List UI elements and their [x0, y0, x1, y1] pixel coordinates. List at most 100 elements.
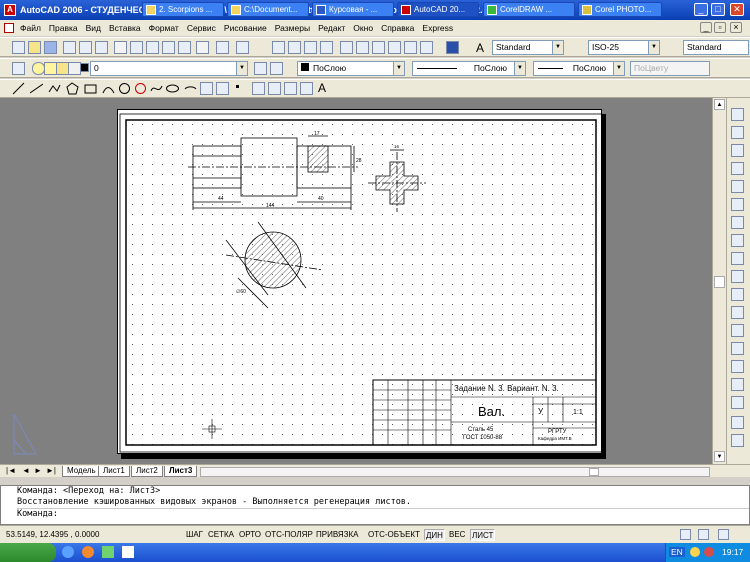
menu-format[interactable]: Формат: [149, 23, 179, 33]
tool-palettes-icon[interactable]: [372, 41, 385, 54]
revcloud-icon[interactable]: [134, 82, 147, 95]
drawing-canvas[interactable]: 44 144 40 17 28 16 ∅60 Задание N. 3. Вар…: [118, 110, 603, 455]
dyn-toggle[interactable]: ДИН: [424, 529, 445, 541]
coordinates-readout[interactable]: 53.5149, 12.4395 , 0.0000: [6, 529, 99, 541]
copy-icon[interactable]: [130, 41, 143, 54]
region-icon[interactable]: [284, 82, 297, 95]
taskbar-item-word[interactable]: Курсовая - ...: [312, 2, 394, 17]
sheet-set-icon[interactable]: [388, 41, 401, 54]
brush-icon[interactable]: [196, 41, 209, 54]
insert-block-icon[interactable]: [200, 82, 213, 95]
ellipse-icon[interactable]: [166, 82, 179, 95]
menu-dimension[interactable]: Размеры: [275, 23, 310, 33]
maximize-button[interactable]: □: [711, 3, 725, 16]
osnap-toggle[interactable]: ПРИВЯЗКА: [316, 529, 359, 541]
lineweight-select[interactable]: ПоСлою ▼: [533, 61, 625, 76]
table-icon[interactable]: [300, 82, 313, 95]
move-icon[interactable]: [731, 198, 744, 211]
arc-icon[interactable]: [102, 82, 115, 95]
command-window[interactable]: Команда: <Переход на: Лист3> Восстановле…: [0, 485, 750, 525]
plotstyle-select[interactable]: ПоЦвету: [630, 61, 710, 76]
menu-help[interactable]: Справка: [381, 23, 414, 33]
spline-icon[interactable]: [150, 82, 163, 95]
menu-edit[interactable]: Правка: [49, 23, 78, 33]
taskbar-item-corelphoto[interactable]: Corel PHOTO...: [578, 2, 662, 17]
color-select[interactable]: ПоСлою ▼: [297, 61, 405, 76]
gradient-icon[interactable]: [268, 82, 281, 95]
ortho-toggle[interactable]: ОРТО: [239, 529, 261, 541]
tab-first-icon[interactable]: |◄: [6, 466, 16, 475]
tray-icon-2[interactable]: [704, 547, 714, 557]
zoom-window-icon[interactable]: [304, 41, 317, 54]
draworder-icon[interactable]: [731, 416, 744, 429]
menu-modify[interactable]: Редакт: [318, 23, 345, 33]
menu-file[interactable]: Файл: [20, 23, 41, 33]
hatch-icon[interactable]: [252, 82, 265, 95]
break-at-point-icon[interactable]: [731, 306, 744, 319]
circle-icon[interactable]: [118, 82, 131, 95]
grid-toggle[interactable]: СЕТКА: [208, 529, 234, 541]
line-icon[interactable]: [12, 82, 25, 95]
tab-next-icon[interactable]: ►: [34, 466, 42, 475]
autocad-app-icon[interactable]: A: [4, 4, 16, 16]
menu-view[interactable]: Вид: [86, 23, 101, 33]
chamfer-icon[interactable]: [731, 360, 744, 373]
menu-express[interactable]: Express: [422, 23, 453, 33]
scale-icon[interactable]: [731, 234, 744, 247]
tab-layout1[interactable]: Лист1: [98, 466, 130, 477]
command-prompt[interactable]: Команда:: [17, 508, 749, 519]
hscroll-thumb[interactable]: [589, 468, 599, 476]
linetype-select[interactable]: ПоСлою ▼: [412, 61, 526, 76]
draworder-back-icon[interactable]: [731, 434, 744, 447]
new-file-icon[interactable]: [12, 41, 25, 54]
mirror-icon[interactable]: [731, 144, 744, 157]
quicklaunch-icon[interactable]: [122, 546, 134, 558]
polygon-icon[interactable]: [66, 82, 79, 95]
document-icon[interactable]: [4, 23, 14, 33]
tab-model[interactable]: Модель: [62, 466, 101, 477]
doc-restore-button[interactable]: ▫: [714, 22, 726, 33]
vertical-scrollbar[interactable]: ▲ ▼: [712, 98, 726, 464]
stretch-icon[interactable]: [731, 252, 744, 265]
save-icon[interactable]: [44, 41, 57, 54]
tab-layout2[interactable]: Лист2: [131, 466, 163, 477]
tray-icon-1[interactable]: [690, 547, 700, 557]
properties-icon[interactable]: [340, 41, 353, 54]
layer-select[interactable]: 0 ▼: [90, 61, 248, 76]
tab-layout3[interactable]: Лист3: [164, 466, 198, 477]
offset-icon[interactable]: [731, 162, 744, 175]
cut-icon[interactable]: [114, 41, 127, 54]
help-icon[interactable]: [446, 41, 459, 54]
layer-manager-icon[interactable]: [12, 62, 25, 75]
zoom-realtime-icon[interactable]: [288, 41, 301, 54]
open-file-icon[interactable]: [28, 41, 41, 54]
taskbar-item-scorpions[interactable]: 2. Scorpions ...: [142, 2, 224, 17]
clean-screen-icon[interactable]: [718, 529, 729, 540]
multiline-text-icon[interactable]: A: [318, 82, 331, 95]
polyline-icon[interactable]: [48, 82, 61, 95]
join-icon[interactable]: [731, 342, 744, 355]
tab-prev-icon[interactable]: ◄: [22, 466, 30, 475]
lock-toolbar-icon[interactable]: [698, 529, 709, 540]
rotate-icon[interactable]: [731, 216, 744, 229]
doc-close-button[interactable]: ×: [730, 22, 742, 33]
scroll-thumb[interactable]: [714, 276, 725, 288]
design-center-icon[interactable]: [356, 41, 369, 54]
erase-icon[interactable]: [731, 108, 744, 121]
doc-minimize-button[interactable]: _: [700, 22, 712, 33]
extend-icon[interactable]: [731, 288, 744, 301]
layout-sheet[interactable]: 44 144 40 17 28 16 ∅60 Задание N. 3. Вар…: [117, 109, 603, 455]
snap-toggle[interactable]: ШАГ: [186, 529, 203, 541]
dim-style-select[interactable]: ISO-25 ▼: [588, 40, 660, 55]
close-button[interactable]: ✕: [730, 3, 744, 16]
layer-previous-icon[interactable]: [270, 62, 283, 75]
language-indicator[interactable]: EN: [669, 547, 685, 557]
menu-window[interactable]: Окно: [353, 23, 373, 33]
xline-icon[interactable]: [29, 82, 44, 95]
communication-icon[interactable]: [680, 529, 691, 540]
zoom-previous-icon[interactable]: [320, 41, 333, 54]
desktop-quicklaunch-icon[interactable]: [102, 546, 114, 558]
make-block-icon[interactable]: [216, 82, 229, 95]
calculator-icon[interactable]: [420, 41, 433, 54]
taskbar-item-autocad[interactable]: AutoCAD 20...: [397, 2, 479, 17]
